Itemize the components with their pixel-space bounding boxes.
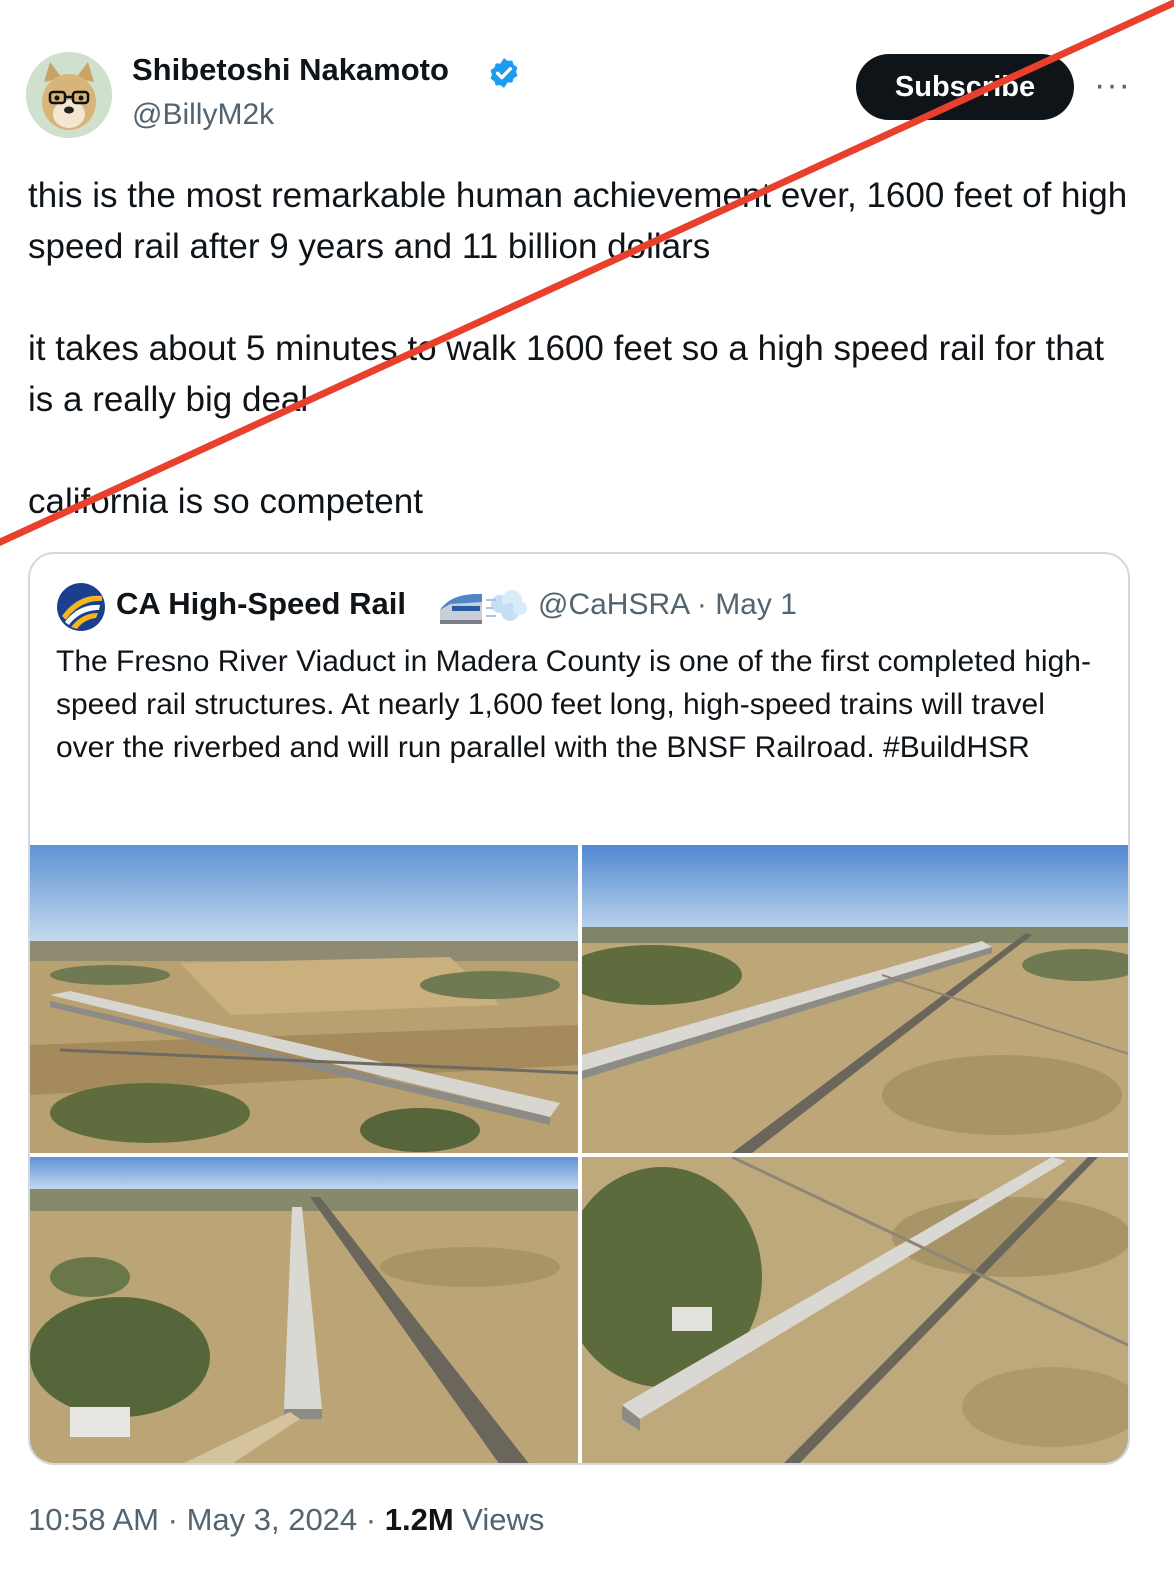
views-label: Views bbox=[462, 1502, 545, 1537]
author-avatar[interactable] bbox=[26, 52, 112, 138]
quoted-author-handle[interactable]: @CaHSRA bbox=[538, 588, 689, 621]
tweet-paragraph: this is the most remarkable human achiev… bbox=[28, 176, 1128, 266]
photo-2[interactable] bbox=[582, 845, 1128, 1153]
quoted-author-name[interactable]: CA High-Speed Rail bbox=[116, 586, 406, 622]
train-emoji-icon bbox=[440, 590, 527, 624]
tweet-time[interactable]: 10:58 AM bbox=[28, 1502, 159, 1537]
tweet-paragraph: california is so competent bbox=[28, 482, 423, 521]
photo-grid bbox=[30, 845, 1128, 1463]
quoted-tweet[interactable]: CA High-Speed Rail @CaHSRA · May 1 The F… bbox=[28, 552, 1130, 1465]
quoted-meta: @CaHSRA · May 1 bbox=[538, 588, 797, 622]
verified-badge-icon bbox=[490, 58, 518, 88]
more-icon[interactable]: ··· bbox=[1094, 66, 1131, 105]
viaduct-photo-image bbox=[30, 1157, 578, 1463]
viaduct-photo-image bbox=[582, 845, 1128, 1153]
photo-1[interactable] bbox=[30, 845, 578, 1153]
tweet-date[interactable]: May 3, 2024 bbox=[187, 1502, 358, 1537]
viaduct-photo-image bbox=[30, 845, 578, 1153]
doge-avatar-icon bbox=[26, 52, 112, 138]
views-count: 1.2M bbox=[384, 1502, 454, 1537]
tweet-paragraph: it takes about 5 minutes to walk 1600 fe… bbox=[28, 329, 1104, 419]
author-name[interactable]: Shibetoshi Nakamoto bbox=[132, 52, 449, 88]
tweet-footer: 10:58 AM · May 3, 2024 · 1.2M Views bbox=[28, 1502, 544, 1538]
tweet-text: this is the most remarkable human achiev… bbox=[28, 170, 1138, 527]
footer-separator: · bbox=[365, 1502, 377, 1537]
meta-separator: · bbox=[696, 588, 707, 621]
photo-3[interactable] bbox=[30, 1157, 578, 1463]
viaduct-photo-image bbox=[582, 1157, 1128, 1463]
cahsr-logo-icon bbox=[57, 583, 105, 631]
footer-separator: · bbox=[167, 1502, 178, 1537]
quoted-date[interactable]: May 1 bbox=[715, 588, 797, 621]
dash-emoji-icon bbox=[486, 590, 527, 621]
subscribe-button[interactable]: Subscribe bbox=[856, 54, 1074, 120]
author-handle[interactable]: @BillyM2k bbox=[132, 98, 274, 132]
quoted-text: The Fresno River Viaduct in Madera Count… bbox=[56, 645, 1091, 764]
photo-4[interactable] bbox=[582, 1157, 1128, 1463]
